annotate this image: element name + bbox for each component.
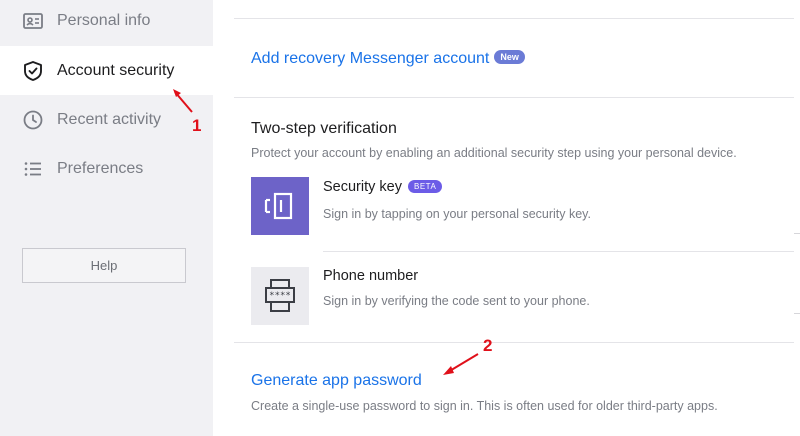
security-key-icon <box>264 192 293 220</box>
beta-badge: BETA <box>407 180 443 193</box>
help-button[interactable]: Help <box>22 248 186 283</box>
scroll-edge <box>794 313 800 314</box>
security-key-label: Security key <box>323 179 402 195</box>
svg-text:****: **** <box>269 291 291 301</box>
phone-number-tile[interactable]: **** <box>251 267 309 325</box>
divider <box>323 251 794 252</box>
main-content: Add recovery Messenger account New Two-st… <box>213 0 800 436</box>
app-password-description: Create a single-use password to sign in.… <box>251 399 718 413</box>
annotation-arrow-2 <box>443 353 479 375</box>
generate-app-password-link[interactable]: Generate app password <box>251 372 422 390</box>
annotation-number-2: 2 <box>483 336 493 355</box>
two-step-title: Two-step verification <box>251 120 397 137</box>
annotation-arrow-1 <box>173 89 193 113</box>
security-key-tile[interactable] <box>251 177 309 235</box>
id-card-icon <box>23 12 43 29</box>
phone-number-title[interactable]: Phone number <box>323 268 418 284</box>
sidebar-item-label: Personal info <box>57 11 151 29</box>
scroll-edge <box>794 233 800 234</box>
sidebar: Personal info Account security Recent ac… <box>0 0 213 436</box>
two-step-description: Protect your account by enabling an addi… <box>251 146 737 160</box>
security-key-title[interactable]: Security key BETA <box>323 179 443 195</box>
annotation-number-1: 1 <box>192 116 202 135</box>
recovery-link-text: Add recovery Messenger account <box>251 50 490 67</box>
phone-password-icon: **** <box>265 279 295 312</box>
divider <box>234 18 794 19</box>
sidebar-item-preferences[interactable]: Preferences <box>0 144 213 193</box>
sidebar-item-label: Preferences <box>57 159 144 177</box>
divider <box>234 342 794 343</box>
sidebar-item-label: Recent activity <box>57 110 162 128</box>
shield-check-icon <box>24 60 42 81</box>
phone-number-description: Sign in by verifying the code sent to yo… <box>323 294 590 308</box>
divider <box>234 97 794 98</box>
list-icon <box>24 161 41 176</box>
clock-icon <box>23 110 43 129</box>
new-badge: New <box>494 50 525 64</box>
sidebar-item-label: Account security <box>57 61 175 79</box>
security-key-description: Sign in by tapping on your personal secu… <box>323 207 591 221</box>
add-recovery-messenger-link[interactable]: Add recovery Messenger account New <box>251 50 525 68</box>
sidebar-item-personal-info[interactable]: Personal info <box>0 0 213 45</box>
